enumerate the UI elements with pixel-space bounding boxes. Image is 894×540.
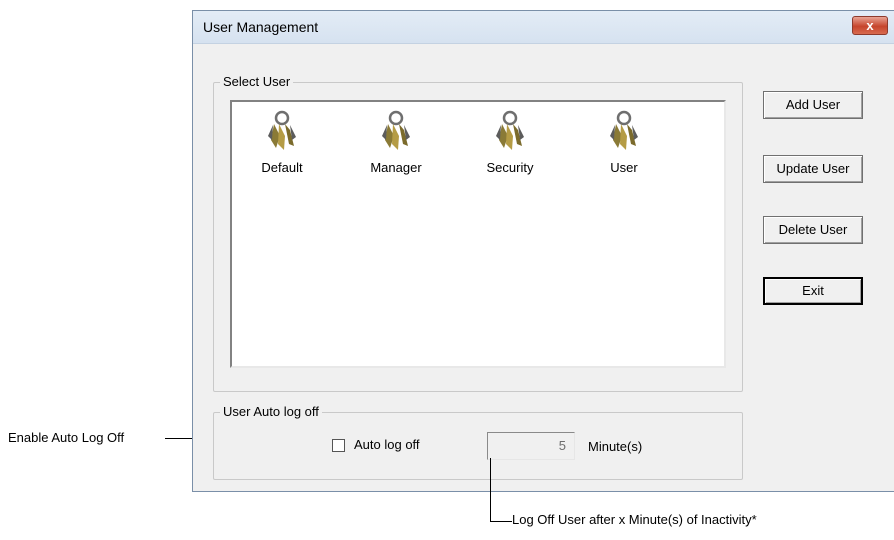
user-item-user[interactable]: User xyxy=(584,110,664,175)
minutes-input[interactable]: 5 xyxy=(487,432,575,460)
close-button[interactable]: x xyxy=(852,16,888,35)
title-bar: User Management x xyxy=(193,11,894,44)
window-title: User Management xyxy=(203,19,319,35)
user-item-security[interactable]: Security xyxy=(470,110,550,175)
user-label-user: User xyxy=(610,160,638,175)
annotation-inactivity: Log Off User after x Minute(s) of Inacti… xyxy=(512,512,757,527)
auto-logoff-checkbox-label[interactable]: Auto log off xyxy=(354,437,420,452)
update-user-button[interactable]: Update User xyxy=(763,155,863,183)
user-list[interactable]: Default Manager Security User xyxy=(230,100,726,368)
annotation-inactivity-line-vertical xyxy=(490,458,491,522)
user-management-dialog: User Management x Select User Default Ma… xyxy=(192,10,894,492)
dialog-body: Select User Default Manager Security Use… xyxy=(193,44,894,491)
delete-user-button[interactable]: Delete User xyxy=(763,216,863,244)
auto-logoff-checkbox[interactable] xyxy=(332,439,345,452)
annotation-enable-auto-logoff: Enable Auto Log Off xyxy=(8,430,125,445)
user-label-security: Security xyxy=(486,160,534,175)
annotation-inactivity-line-horizontal xyxy=(490,521,512,522)
keys-icon xyxy=(610,110,638,150)
keys-icon xyxy=(382,110,410,150)
exit-button[interactable]: Exit xyxy=(763,277,863,305)
keys-icon xyxy=(268,110,296,150)
minutes-unit-label: Minute(s) xyxy=(588,439,643,454)
select-user-legend: Select User xyxy=(220,74,294,90)
user-item-default[interactable]: Default xyxy=(242,110,322,175)
user-item-manager[interactable]: Manager xyxy=(356,110,436,175)
user-label-default: Default xyxy=(261,160,303,175)
user-label-manager: Manager xyxy=(370,160,422,175)
auto-logoff-legend: User Auto log off xyxy=(220,404,322,420)
select-user-group: Select User Default Manager Security Use… xyxy=(213,74,743,392)
auto-logoff-group: User Auto log off Auto log off 5 Minute(… xyxy=(213,404,743,480)
add-user-button[interactable]: Add User xyxy=(763,91,863,119)
keys-icon xyxy=(496,110,524,150)
